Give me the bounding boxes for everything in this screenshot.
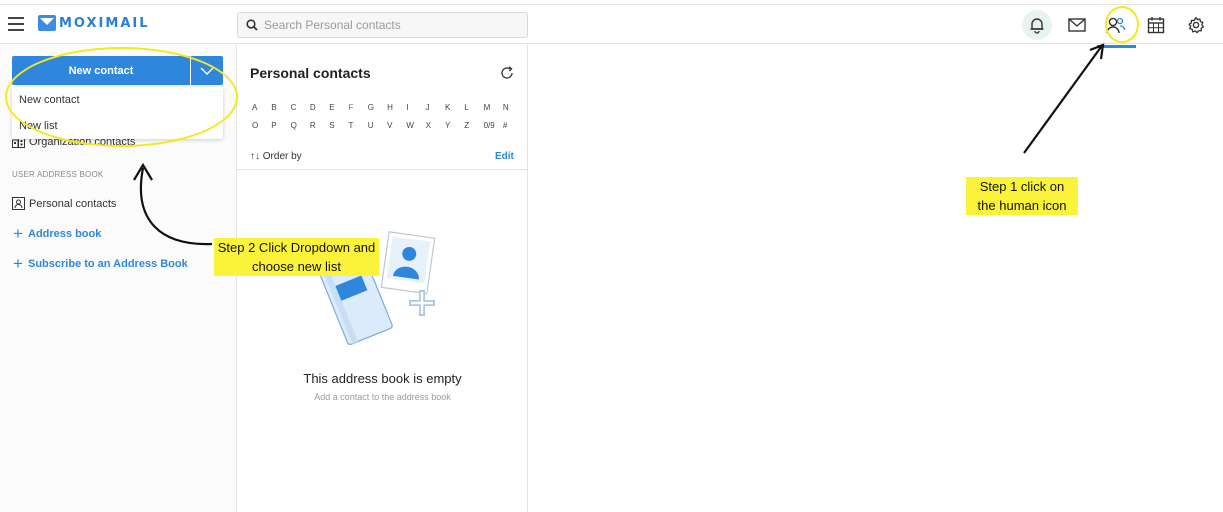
annotation-note-step2: Step 2 Click Dropdown and choose new lis… <box>214 238 379 276</box>
annotation-arrows <box>133 43 1105 246</box>
annotation-arrow-step1 <box>1023 46 1102 154</box>
annotation-note-step1: Step 1 click on the human icon <box>966 177 1078 215</box>
